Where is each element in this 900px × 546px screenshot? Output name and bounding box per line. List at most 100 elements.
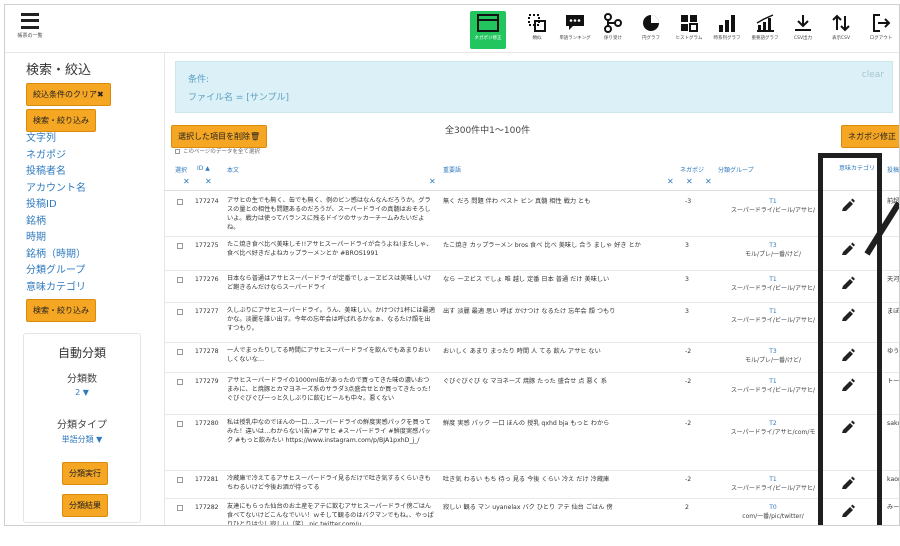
row-negapos[interactable]: -2 [685, 419, 705, 428]
filter-clear-x-icon[interactable]: ✕ [686, 177, 693, 186]
select-all-page[interactable]: このページのデータを全て選択 [175, 147, 260, 155]
filter-clear-x-icon[interactable]: ✕ [705, 177, 712, 186]
conditions-clear-link[interactable]: clear [862, 70, 884, 80]
row-poster[interactable]: kaoru [887, 475, 899, 484]
row-checkbox[interactable] [177, 309, 183, 315]
row-negapos[interactable]: 3 [685, 241, 705, 250]
row-negapos[interactable]: -2 [685, 475, 705, 484]
table-row[interactable]: 177275 たこ焼き食べ比べ美味しそ!!アサヒスーパードライが合うよね!またしゃ… [165, 237, 899, 271]
pencil-icon[interactable] [841, 275, 855, 289]
table-row[interactable]: 177282 友達にもらった仙台のお土産をアテに飲むアサヒスーパードライ傍ごはん食… [165, 499, 899, 525]
col-poster[interactable]: 投稿 [887, 165, 899, 174]
col-body[interactable]: 本文 [227, 165, 239, 174]
pencil-icon[interactable] [841, 347, 855, 361]
row-group[interactable]: T1 スーパードライ/ビール/アサヒ/ [713, 307, 833, 325]
row-poster[interactable]: sakur [887, 419, 899, 428]
row-checkbox[interactable] [177, 505, 183, 511]
row-poster[interactable]: 天河 [887, 275, 899, 284]
table-row[interactable]: 177280 私は授乳中なのでほんの一口…スーパードライの鮮度実感パックを買ってみ… [165, 415, 899, 471]
table-row[interactable]: 177274 アサヒの生でも無く、缶でも無く、例のビン感はなんなんだろうか。グラス… [165, 193, 899, 237]
row-checkbox[interactable] [177, 199, 183, 205]
tool-histogram[interactable]: ヒストグラム [671, 11, 707, 49]
row-negapos[interactable]: -2 [685, 347, 705, 356]
row-negapos[interactable]: 3 [685, 275, 705, 284]
row-group[interactable]: T3 モル/プレ/一番/けど/ [713, 347, 833, 365]
pencil-icon[interactable] [841, 197, 855, 211]
row-poster[interactable]: ゆう [887, 347, 899, 356]
pencil-icon[interactable] [841, 377, 855, 391]
tool-similar[interactable]: 類似 [519, 11, 555, 49]
tool-logout[interactable]: ログアウト [863, 11, 899, 49]
sidebar-link-brand[interactable]: 銘柄 [26, 214, 86, 231]
table-row[interactable]: 177276 日本なら普通はアサヒスーパードライが定番でしょーヱビスは美味しいけど… [165, 271, 899, 303]
row-id: 177275 [195, 242, 219, 249]
delete-selected-button[interactable]: 選択した項目を削除🗑 [171, 125, 268, 148]
menu-button[interactable]: 帳票の一覧 [15, 13, 45, 47]
table-row[interactable]: 177279 アサヒスーパードライの1000ml缶があったので買ってきた味の濃いお… [165, 373, 899, 415]
table-row[interactable]: 177281 冷蔵庫で冷えてるアサヒスーパードライ見るだけで吐き気するくらいきもち… [165, 471, 899, 499]
sidebar-link-negapos[interactable]: ネガポジ [26, 148, 86, 165]
col-category[interactable]: 意味カテゴリ [839, 165, 877, 173]
filter-button-top[interactable]: 検索・絞り込み [26, 109, 96, 132]
filter-clear-x-icon[interactable]: ✕ [667, 177, 674, 186]
row-group[interactable]: T1 スーパードライ/ビール/アサヒ/ [713, 197, 833, 215]
col-negapos[interactable]: ネガポジ [680, 165, 704, 174]
table-row[interactable]: 177278 一人でまったりしてる時間にアサヒスーパードライを飲んでもあまりおいし… [165, 343, 899, 373]
row-checkbox[interactable] [177, 421, 183, 427]
row-negapos[interactable]: 2 [685, 503, 705, 512]
pencil-icon[interactable] [841, 475, 855, 489]
row-checkbox[interactable] [177, 477, 183, 483]
row-poster[interactable]: みーか [887, 503, 899, 512]
tool-negapos-edit[interactable]: ネガポジ修正 [470, 11, 506, 49]
row-poster[interactable]: トー [887, 377, 899, 386]
col-keywords[interactable]: 重要語 [443, 165, 461, 174]
row-group[interactable]: T1 スーパードライ/ビール/アサヒ/ [713, 377, 833, 395]
row-group[interactable]: T1 スーパードライ/ビール/アサヒ/ [713, 275, 833, 293]
filter-button-bottom[interactable]: 検索・絞り込み [26, 299, 96, 322]
pencil-icon[interactable] [841, 419, 855, 433]
row-negapos[interactable]: -3 [685, 197, 705, 206]
row-group-name: スーパードライ/ビール/アサヒ/ [730, 485, 815, 492]
col-id[interactable]: ID ▲ [197, 165, 210, 172]
classify-result-button[interactable]: 分類結果 [62, 494, 108, 517]
row-negapos[interactable]: 3 [685, 307, 705, 316]
run-classify-button[interactable]: 分類実行 [62, 462, 108, 485]
sidebar-link-group[interactable]: 分類グループ [26, 263, 86, 280]
row-checkbox[interactable] [177, 243, 183, 249]
filter-clear-x-icon[interactable]: ✕ [205, 177, 212, 186]
tool-timeseries[interactable]: 時系列グラフ [709, 11, 745, 49]
tool-display-csv[interactable]: 表示CSV [823, 11, 859, 49]
tool-dependency[interactable]: 係り受け [595, 11, 631, 49]
tool-word-ranking[interactable]: 単語ランキング [557, 11, 593, 49]
negapos-edit-button[interactable]: ネガポジ修正 [841, 125, 899, 148]
row-group[interactable]: T1 スーパードライ/ビール/アサヒ/ [713, 475, 833, 493]
class-type-select[interactable]: 単語分類 ▼ [24, 434, 140, 445]
tool-keyword-graph[interactable]: 重要語グラフ [747, 11, 783, 49]
table-row[interactable]: 177277 久しぶりにアサヒスーパードライ。うん、美味しい。かけつけ1杯には最適… [165, 303, 899, 343]
col-group[interactable]: 分類グループ [718, 165, 754, 174]
row-group[interactable]: T2 スーパードライ/アサヒ/com/モ [713, 419, 833, 437]
clear-filters-button[interactable]: 絞込条件のクリア✖ [26, 83, 111, 106]
row-checkbox[interactable] [177, 379, 183, 385]
tool-pie-chart[interactable]: 円グラフ [633, 11, 669, 49]
pencil-icon[interactable] [841, 503, 855, 517]
tool-csv-export[interactable]: CSV出力 [785, 11, 821, 49]
filter-clear-x-icon[interactable]: ✕ [429, 177, 436, 186]
sidebar-link-account[interactable]: アカウント名 [26, 181, 86, 198]
pencil-icon[interactable] [841, 241, 855, 255]
filter-clear-x-icon[interactable]: ✕ [183, 177, 190, 186]
sidebar-link-poster[interactable]: 投稿者名 [26, 164, 86, 181]
class-count-select[interactable]: 2 ▼ [24, 388, 140, 397]
sidebar-link-period[interactable]: 時期 [26, 230, 86, 247]
sidebar-link-text[interactable]: 文字列 [26, 131, 86, 148]
row-checkbox[interactable] [177, 277, 183, 283]
sidebar-link-post-id[interactable]: 投稿ID [26, 197, 86, 214]
row-group[interactable]: T3 モル/プレ/一番/けど/ [713, 241, 833, 259]
pencil-icon[interactable] [841, 307, 855, 321]
row-group[interactable]: T0 com/一番/pic/twitter/ [713, 503, 833, 521]
row-checkbox[interactable] [177, 349, 183, 355]
row-negapos[interactable]: -2 [685, 377, 705, 386]
sidebar-link-brand-period[interactable]: 銘柄（時期） [26, 247, 86, 264]
sidebar-link-category[interactable]: 意味カテゴリ [26, 280, 86, 297]
row-poster[interactable]: まぼ [887, 307, 899, 316]
